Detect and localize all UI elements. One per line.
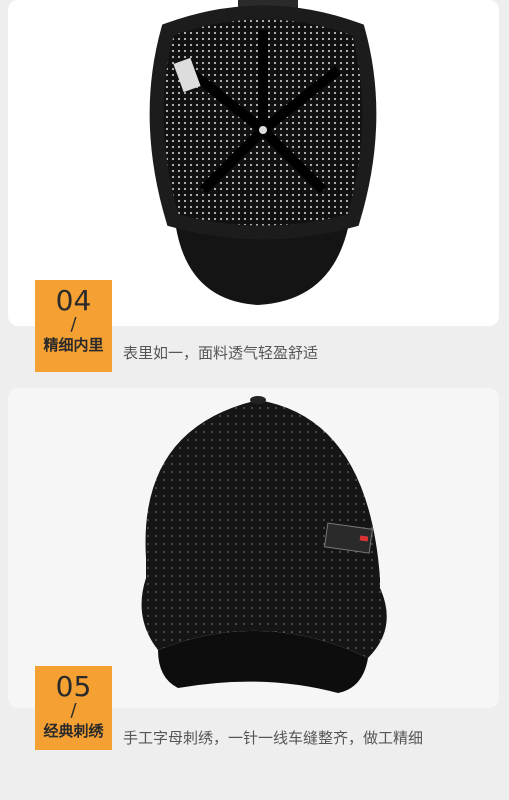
cap-inner-illustration [149,0,377,305]
product-image-inner-view [8,0,499,326]
section-badge-05: 05 / 经典刺绣 [35,666,112,750]
section-badge-04: 04 / 精细内里 [35,280,112,372]
section-caption: 手工字母刺绣，一针一线车缝整齐，做工精细 [123,729,424,747]
section-slash: / [70,700,77,721]
section-number: 04 [55,284,92,317]
section-title: 经典刺绣 [43,722,104,740]
section-slash: / [70,314,77,335]
section-caption: 表里如一，面料透气轻盈舒适 [123,344,319,362]
cap-front-illustration [141,396,387,693]
product-image-front-view [8,388,499,708]
section-title: 精细内里 [43,336,104,354]
section-number: 05 [55,670,92,703]
